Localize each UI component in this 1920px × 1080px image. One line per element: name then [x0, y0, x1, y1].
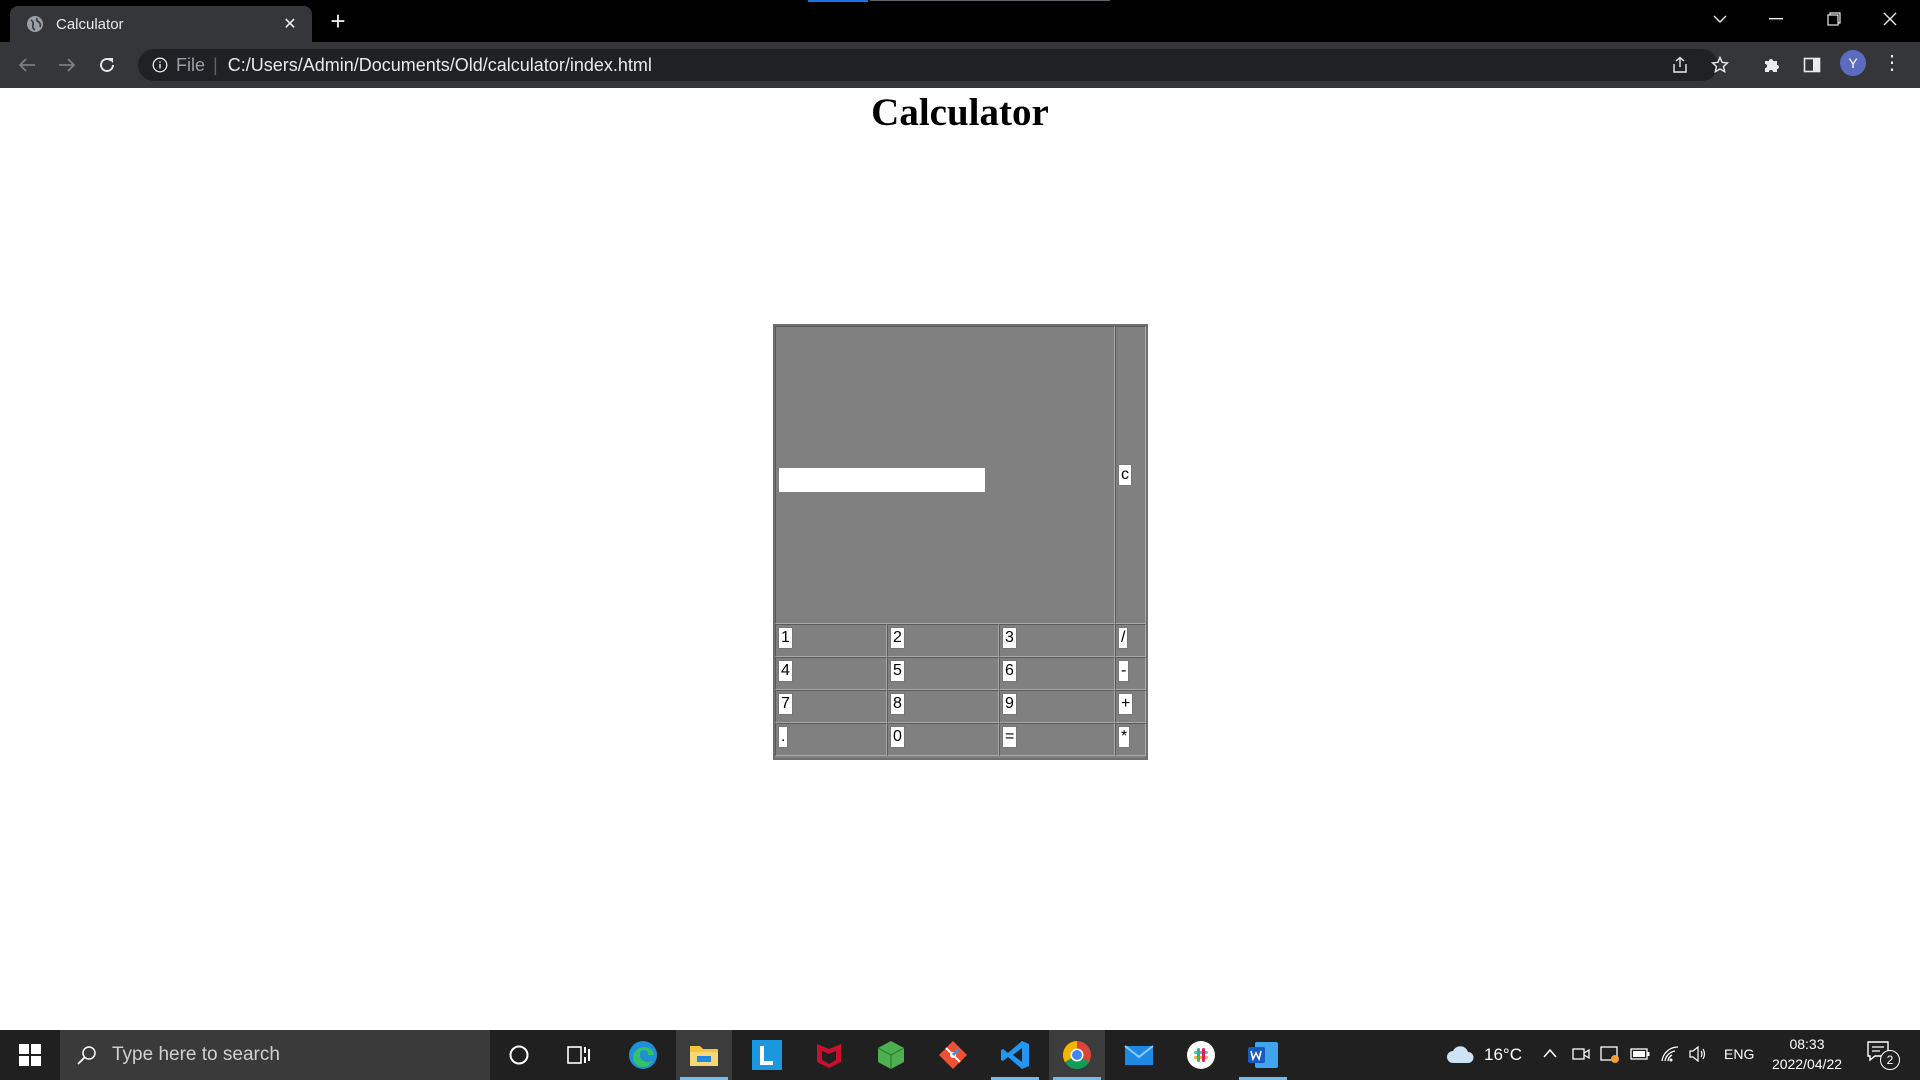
- windows-start-icon[interactable]: [0, 1030, 60, 1080]
- cortana-icon[interactable]: [491, 1030, 547, 1080]
- search-icon: [77, 1046, 96, 1065]
- reload-icon[interactable]: [93, 51, 121, 79]
- tab-search-chevron-icon[interactable]: [1692, 0, 1748, 38]
- lucid-icon[interactable]: [739, 1030, 795, 1080]
- meet-now-icon[interactable]: [1572, 1046, 1590, 1067]
- key-cell: 6: [999, 657, 1115, 690]
- cube-app-icon[interactable]: [863, 1030, 919, 1080]
- menu-kebab-icon[interactable]: ⋮: [1882, 50, 1902, 78]
- chrome-icon[interactable]: [1049, 1030, 1105, 1080]
- clock[interactable]: 08:33 2022/04/22: [1762, 1034, 1852, 1074]
- extensions-puzzle-icon[interactable]: [1758, 51, 1786, 79]
- notification-center-icon[interactable]: 2: [1866, 1040, 1902, 1070]
- digit-4-button[interactable]: 4: [778, 660, 793, 682]
- key-cell: *: [1115, 723, 1146, 756]
- word-icon[interactable]: [1235, 1030, 1291, 1080]
- equals-button[interactable]: =: [1002, 726, 1018, 748]
- key-cell: 9: [999, 690, 1115, 723]
- page-title: Calculator: [871, 91, 1049, 134]
- digit-5-button[interactable]: 5: [890, 660, 905, 682]
- wifi-icon[interactable]: [1660, 1045, 1680, 1068]
- digit-8-button[interactable]: 8: [890, 693, 905, 715]
- key-cell: 1: [775, 624, 887, 657]
- search-placeholder: Type here to search: [112, 1044, 280, 1065]
- mcafee-icon[interactable]: [801, 1030, 857, 1080]
- slack-icon[interactable]: [1173, 1030, 1229, 1080]
- edge-icon[interactable]: [615, 1030, 671, 1080]
- digit-2-button[interactable]: 2: [890, 627, 905, 649]
- battery-icon[interactable]: [1630, 1047, 1650, 1065]
- globe-icon: [27, 16, 43, 32]
- key-cell: 0: [887, 723, 999, 756]
- language-indicator[interactable]: ENG: [1724, 1046, 1754, 1062]
- profile-avatar[interactable]: Y: [1840, 50, 1866, 76]
- volume-icon[interactable]: [1688, 1045, 1708, 1068]
- browser-toolbar: File | C:/Users/Admin/Documents/Old/calc…: [0, 42, 1920, 88]
- display-input[interactable]: [779, 468, 985, 492]
- defender-icon[interactable]: [1600, 1044, 1620, 1069]
- key-cell: 4: [775, 657, 887, 690]
- digit-0-button[interactable]: 0: [890, 726, 905, 748]
- clear-cell: c: [1115, 326, 1146, 624]
- tab-strip: Calculator ✕ +: [0, 0, 1920, 42]
- side-panel-icon[interactable]: [1798, 51, 1826, 79]
- address-scheme-label: File: [176, 54, 206, 75]
- taskbar: Type here to search 16°C ENG 08:33 2022/…: [0, 1030, 1920, 1080]
- add-button[interactable]: +: [1118, 693, 1134, 715]
- minimize-icon[interactable]: [1748, 0, 1804, 38]
- digit-3-button[interactable]: 3: [1002, 627, 1017, 649]
- loading-indicator: [808, 0, 868, 2]
- restore-icon[interactable]: [1806, 0, 1862, 38]
- clock-date: 2022/04/22: [1771, 1056, 1843, 1072]
- info-icon[interactable]: [152, 57, 168, 73]
- decimal-button[interactable]: .: [778, 726, 789, 748]
- key-cell: /: [1115, 624, 1146, 657]
- mail-icon[interactable]: [1111, 1030, 1167, 1080]
- key-cell: =: [999, 723, 1115, 756]
- digit-6-button[interactable]: 6: [1002, 660, 1017, 682]
- taskbar-search[interactable]: Type here to search: [60, 1030, 490, 1080]
- multiply-button[interactable]: *: [1118, 726, 1131, 748]
- share-icon[interactable]: [1666, 51, 1694, 79]
- key-cell: .: [775, 723, 887, 756]
- key-cell: 8: [887, 690, 999, 723]
- tab-title: Calculator: [56, 15, 124, 33]
- display-cell: [775, 326, 1115, 624]
- git-icon[interactable]: [925, 1030, 981, 1080]
- key-cell: 3: [999, 624, 1115, 657]
- address-url[interactable]: C:/Users/Admin/Documents/Old/calculator/…: [228, 55, 652, 76]
- tab-calculator[interactable]: Calculator ✕: [10, 6, 312, 42]
- bookmark-star-icon[interactable]: [1706, 51, 1734, 79]
- forward-icon[interactable]: [53, 51, 81, 79]
- address-bar[interactable]: File | C:/Users/Admin/Documents/Old/calc…: [138, 49, 1729, 81]
- tab-close-icon[interactable]: ✕: [280, 14, 300, 34]
- calculator-table: c 1 2 3 / 4 5 6 - 7 8 9 + . 0 = *: [773, 324, 1148, 760]
- address-separator: |: [213, 54, 218, 75]
- tab-strip-divider: [870, 0, 1110, 1]
- vscode-icon[interactable]: [987, 1030, 1043, 1080]
- clock-time: 08:33: [1789, 1036, 1825, 1052]
- key-cell: 2: [887, 624, 999, 657]
- key-cell: 7: [775, 690, 887, 723]
- file-explorer-icon[interactable]: [676, 1030, 732, 1080]
- key-cell: 5: [887, 657, 999, 690]
- clear-button[interactable]: c: [1118, 464, 1132, 486]
- divide-button[interactable]: /: [1118, 627, 1129, 649]
- key-cell: +: [1115, 690, 1146, 723]
- task-view-icon[interactable]: [551, 1030, 607, 1080]
- close-window-icon[interactable]: [1862, 0, 1918, 38]
- back-icon[interactable]: [13, 51, 41, 79]
- weather-cloud-icon[interactable]: [1446, 1044, 1474, 1069]
- new-tab-icon[interactable]: +: [326, 7, 350, 35]
- subtract-button[interactable]: -: [1118, 660, 1130, 682]
- digit-9-button[interactable]: 9: [1002, 693, 1017, 715]
- tray-chevron-up-icon[interactable]: [1542, 1046, 1558, 1064]
- digit-1-button[interactable]: 1: [778, 627, 793, 649]
- weather-temperature[interactable]: 16°C: [1484, 1045, 1522, 1065]
- digit-7-button[interactable]: 7: [778, 693, 793, 715]
- notification-badge: 2: [1880, 1050, 1900, 1070]
- key-cell: -: [1115, 657, 1146, 690]
